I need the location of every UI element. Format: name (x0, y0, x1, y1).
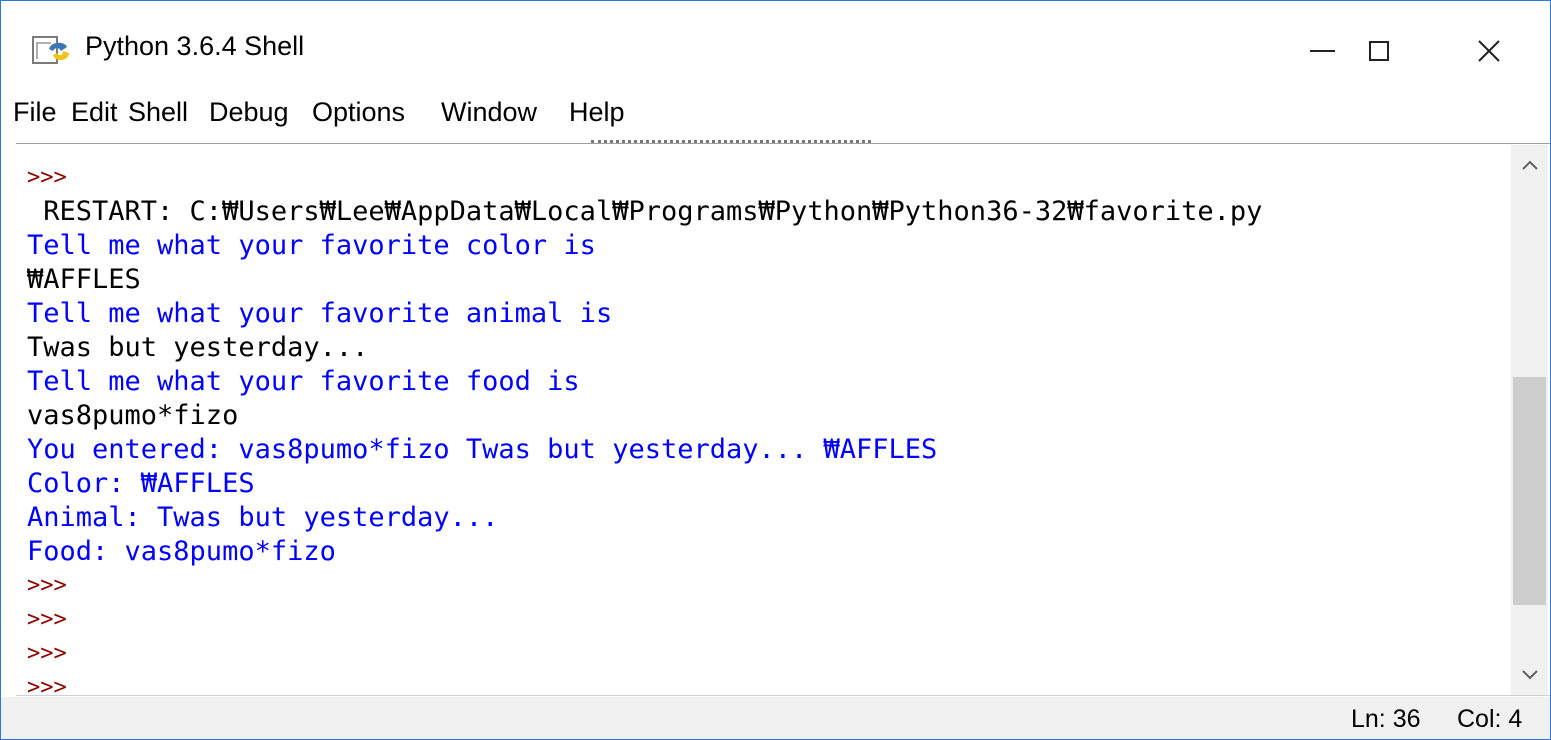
scroll-down-button[interactable] (1511, 655, 1548, 695)
shell-prompt: >>> (27, 573, 67, 598)
stdout-line: Color: ₩AFFLES (27, 468, 255, 499)
close-button[interactable] (1431, 15, 1547, 87)
restart-line: RESTART: C:₩Users₩Lee₩AppData₩Local₩Prog… (27, 196, 1263, 227)
menu-shell[interactable]: Shell (128, 97, 188, 128)
menu-edit[interactable]: Edit (71, 97, 118, 128)
status-bar: Ln: 36 Col: 4 (1, 697, 1550, 739)
scrollbar-thumb[interactable] (1513, 377, 1546, 605)
stdout-line: You entered: vas8pumo*fizo Twas but yest… (27, 434, 938, 465)
window-title: Python 3.6.4 Shell (85, 31, 305, 61)
shell-output: >>> RESTART: C:₩Users₩Lee₩AppData₩Local₩… (27, 161, 1262, 695)
menu-window[interactable]: Window (441, 97, 537, 128)
menu-options[interactable]: Options (312, 97, 405, 128)
idle-shell-window: Python 3.6.4 Shell File Edit Shell Debug… (0, 0, 1551, 740)
scroll-up-button[interactable] (1511, 145, 1548, 185)
menu-file[interactable]: File (13, 97, 57, 128)
maximize-icon (1369, 41, 1389, 61)
stdout-line: Food: vas8pumo*fizo (27, 536, 336, 567)
shell-prompt: >>> (27, 165, 67, 190)
menu-debug[interactable]: Debug (209, 97, 289, 128)
status-column-number: Col: 4 (1457, 705, 1523, 733)
shell-prompt: >>> (27, 675, 67, 695)
shell-text-area[interactable]: >>> RESTART: C:₩Users₩Lee₩AppData₩Local₩… (19, 145, 1510, 695)
user-input-line: ₩AFFLES (27, 264, 141, 295)
title-bar[interactable]: Python 3.6.4 Shell (1, 1, 1550, 89)
user-input-line: Twas but yesterday... (27, 332, 369, 363)
close-icon (1478, 40, 1500, 62)
stdout-line: Tell me what your favorite animal is (27, 298, 613, 329)
stdout-line: Tell me what your favorite color is (27, 230, 596, 261)
status-line-number: Ln: 36 (1351, 705, 1421, 733)
scrolled-restart-banner (591, 137, 871, 143)
chevron-up-icon (1521, 160, 1538, 170)
shell-prompt: >>> (27, 607, 67, 632)
user-input-line: vas8pumo*fizo (27, 400, 239, 431)
menu-help[interactable]: Help (569, 97, 625, 128)
maximize-button[interactable] (1321, 15, 1437, 87)
menu-bar: File Edit Shell Debug Options Window Hel… (1, 93, 1550, 139)
chevron-down-icon (1521, 670, 1538, 680)
vertical-scrollbar[interactable] (1511, 145, 1548, 695)
python-idle-icon (32, 36, 69, 64)
stdout-line: Tell me what your favorite food is (27, 366, 580, 397)
stdout-line: Animal: Twas but yesterday... (27, 502, 499, 533)
shell-prompt: >>> (27, 641, 67, 666)
